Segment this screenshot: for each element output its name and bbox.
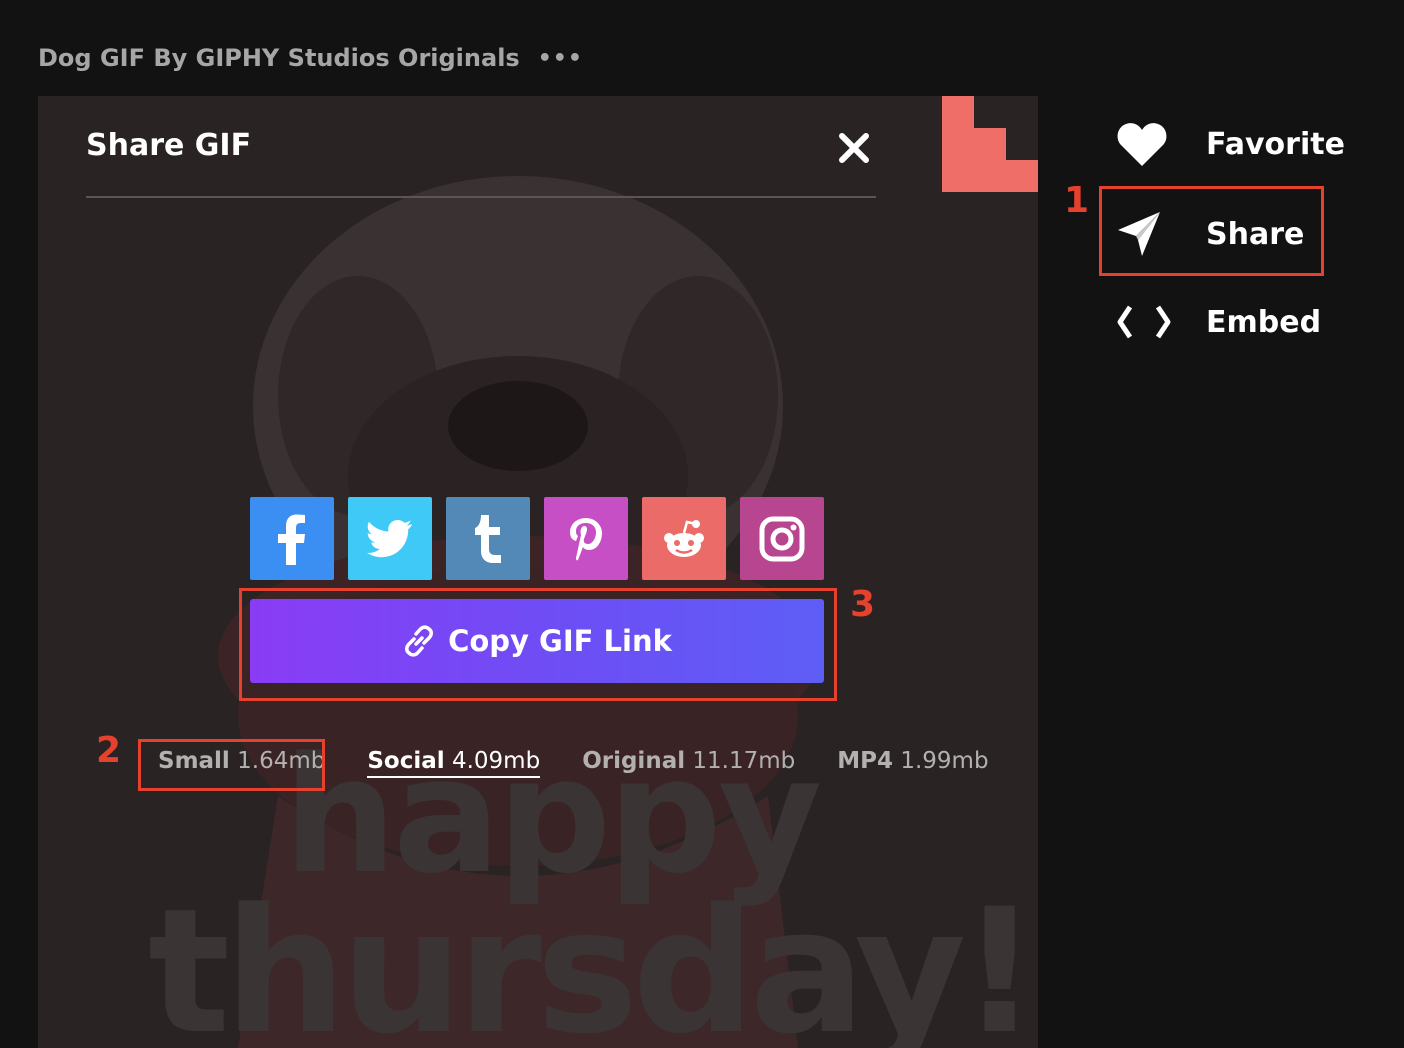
embed-label: Embed bbox=[1206, 304, 1322, 340]
annotation-box-copy-link bbox=[239, 588, 837, 701]
gif-stage: happy thursday! Share GIF Copy GIF Link … bbox=[38, 96, 1038, 1048]
size-label: MP4 bbox=[837, 748, 894, 774]
instagram-share-button[interactable] bbox=[740, 497, 824, 580]
annotation-number-3: 3 bbox=[850, 584, 876, 625]
favorite-label: Favorite bbox=[1206, 126, 1345, 162]
share-header: Share GIF bbox=[86, 126, 876, 198]
gif-title: Dog GIF By GIPHY Studios Originals bbox=[38, 44, 520, 72]
annotation-box-small-size bbox=[138, 739, 325, 791]
more-options-icon[interactable]: ••• bbox=[538, 46, 583, 71]
facebook-share-button[interactable] bbox=[250, 497, 334, 580]
embed-button[interactable]: Embed bbox=[1116, 296, 1321, 348]
size-option-social[interactable]: Social 4.09mb bbox=[367, 748, 541, 778]
pinterest-icon bbox=[570, 517, 602, 560]
social-share-row bbox=[250, 497, 824, 580]
heart-icon bbox=[1117, 123, 1167, 166]
gif-title-bar: Dog GIF By GIPHY Studios Originals ••• bbox=[38, 44, 583, 72]
favorite-button[interactable]: Favorite bbox=[1116, 118, 1345, 170]
reddit-share-button[interactable] bbox=[642, 497, 726, 580]
size-value: 4.09mb bbox=[451, 748, 541, 774]
pinterest-share-button[interactable] bbox=[544, 497, 628, 580]
size-option-original[interactable]: Original 11.17mb bbox=[582, 748, 795, 774]
tumblr-icon bbox=[475, 514, 501, 563]
tumblr-share-button[interactable] bbox=[446, 497, 530, 580]
size-option-mp4[interactable]: MP4 1.99mb bbox=[837, 748, 988, 774]
annotation-number-1: 1 bbox=[1064, 180, 1090, 221]
size-value: 1.99mb bbox=[900, 748, 989, 774]
share-title: Share GIF bbox=[86, 128, 252, 163]
close-icon bbox=[839, 133, 869, 163]
facebook-icon bbox=[278, 514, 305, 565]
twitter-icon bbox=[367, 519, 412, 557]
share-panel: Share GIF Copy GIF Link Small 1.64mb Soc… bbox=[38, 96, 1038, 1048]
close-button[interactable] bbox=[832, 126, 876, 170]
corner-fold-decoration bbox=[942, 96, 1038, 192]
instagram-icon bbox=[759, 516, 805, 561]
twitter-share-button[interactable] bbox=[348, 497, 432, 580]
size-label: Original bbox=[582, 748, 686, 774]
reddit-icon bbox=[664, 519, 704, 557]
size-label: Social bbox=[367, 748, 445, 774]
annotation-box-share bbox=[1099, 186, 1324, 276]
annotation-number-2: 2 bbox=[96, 730, 122, 771]
size-value: 11.17mb bbox=[692, 748, 796, 774]
code-brackets-icon bbox=[1117, 305, 1171, 339]
